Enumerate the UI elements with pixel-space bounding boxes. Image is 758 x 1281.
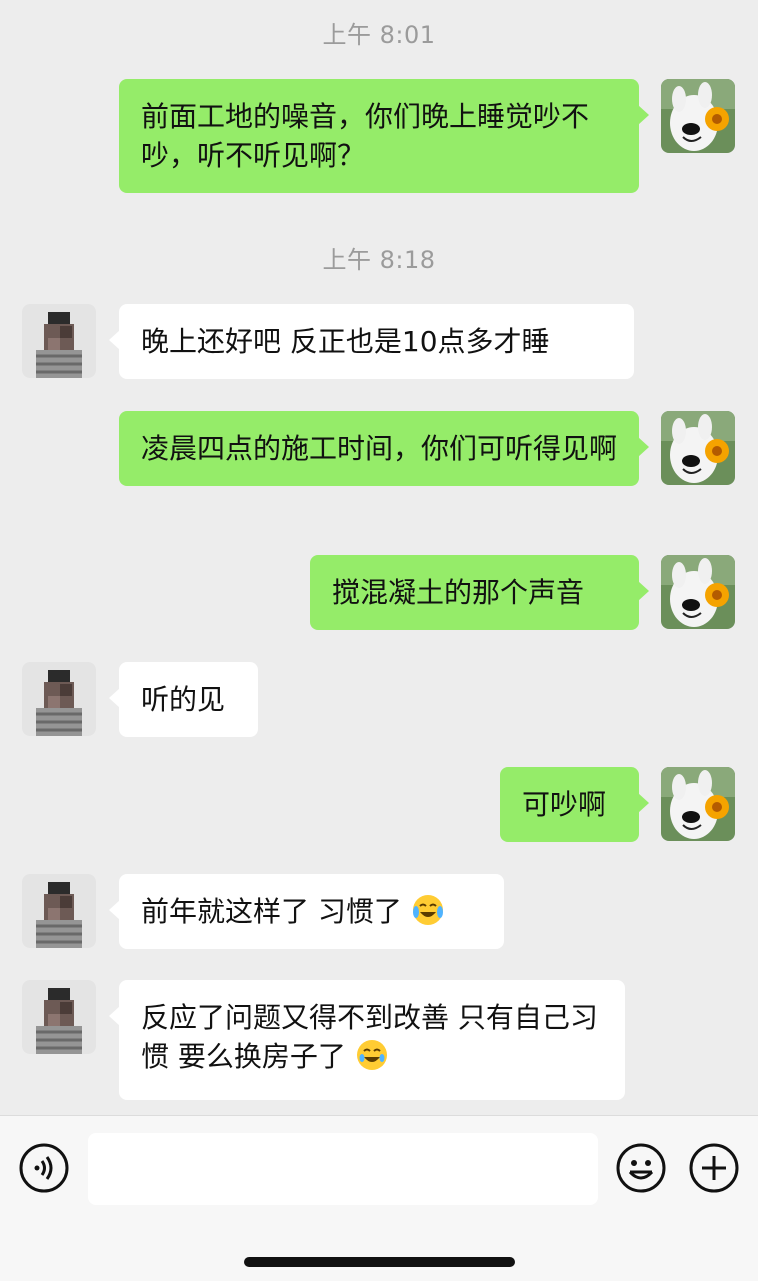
voice-input-icon[interactable] [18, 1142, 70, 1194]
contact-avatar[interactable] [22, 304, 96, 378]
plus-icon[interactable] [688, 1142, 740, 1194]
emoji-smile-icon[interactable] [615, 1142, 667, 1194]
message-text: 晚上还好吧 反正也是10点多才睡 [141, 325, 550, 358]
incoming-message[interactable]: 反应了问题又得不到改善 只有自己习惯 要么换房子了 [109, 980, 625, 1100]
timestamp: 上午 8:18 [322, 246, 436, 274]
crying-laughing-emoji-icon [411, 893, 445, 937]
message-text: 听的见 [141, 683, 226, 716]
timestamp: 上午 8:01 [322, 21, 436, 49]
outgoing-message[interactable]: 可吵啊 [500, 767, 649, 842]
message-input[interactable] [88, 1133, 598, 1205]
self-avatar[interactable] [661, 555, 735, 629]
contact-avatar[interactable] [22, 874, 96, 948]
home-indicator[interactable] [244, 1257, 515, 1267]
laughing-emoji-icon [355, 1038, 389, 1082]
message-text: 凌晨四点的施工时间，你们可听得见啊 [141, 432, 618, 465]
outgoing-message[interactable]: 搅混凝土的那个声音 [310, 555, 649, 630]
outgoing-message[interactable]: 前面工地的噪音，你们晚上睡觉吵不吵，听不听见啊？ [119, 79, 649, 193]
message-text: 前年就这样了 习惯了 [141, 895, 402, 928]
message-text: 前面工地的噪音，你们晚上睡觉吵不吵，听不听见啊？ [141, 100, 590, 172]
self-avatar[interactable] [661, 411, 735, 485]
contact-avatar[interactable] [22, 662, 96, 736]
self-avatar[interactable] [661, 767, 735, 841]
self-avatar[interactable] [661, 79, 735, 153]
message-text: 搅混凝土的那个声音 [332, 576, 585, 609]
outgoing-message[interactable]: 凌晨四点的施工时间，你们可听得见啊 [119, 411, 649, 486]
incoming-message[interactable]: 听的见 [109, 662, 258, 737]
incoming-message[interactable]: 晚上还好吧 反正也是10点多才睡 [109, 304, 634, 379]
message-text: 可吵啊 [522, 788, 607, 821]
incoming-message[interactable]: 前年就这样了 习惯了 [109, 874, 504, 949]
contact-avatar[interactable] [22, 980, 96, 1054]
input-toolbar [0, 1115, 758, 1281]
